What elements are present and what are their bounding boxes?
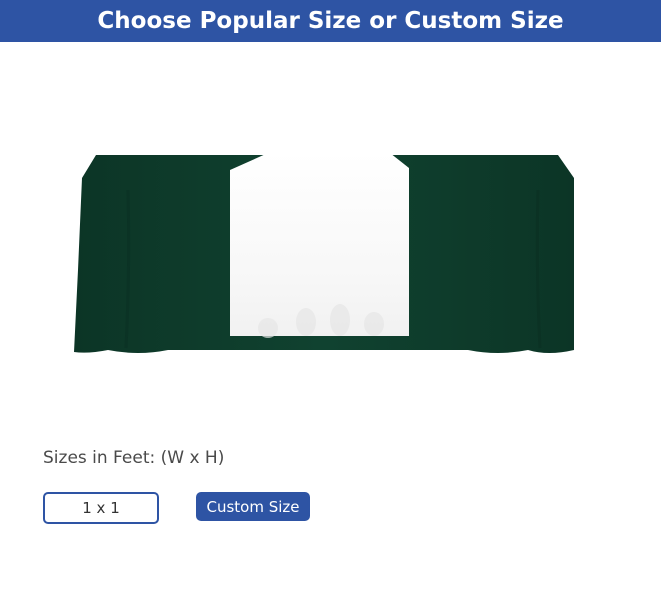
table-runner-image [74,153,574,353]
custom-size-button[interactable]: Custom Size [196,492,310,521]
page-header: Choose Popular Size or Custom Size [0,0,661,42]
sizes-label: Sizes in Feet: (W x H) [43,448,225,468]
page-title: Choose Popular Size or Custom Size [97,8,564,34]
size-option-1x1[interactable]: 1 x 1 [43,492,159,524]
runner-shape [230,153,409,336]
